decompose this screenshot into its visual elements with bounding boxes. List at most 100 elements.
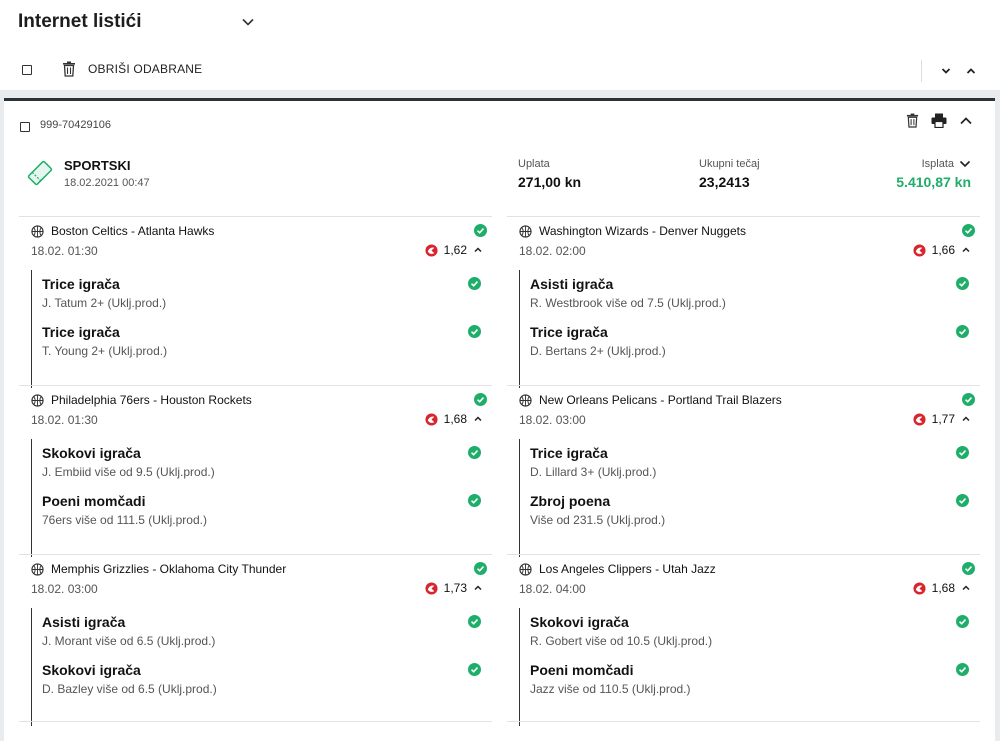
bet-item: Trice igrača D. Bertans 2+ (Uklj.prod.) <box>530 324 666 358</box>
win-check-icon <box>956 325 969 338</box>
win-check-icon <box>468 277 481 290</box>
win-check-icon <box>956 277 969 290</box>
win-check-icon <box>468 663 481 676</box>
collapse-slip-icon[interactable] <box>959 114 973 128</box>
slip-datetime: 18.02.2021 00:47 <box>64 177 150 189</box>
live-sport-icon <box>425 243 438 257</box>
bet-pick: R. Westbrook više od 7.5 (Uklj.prod.) <box>530 296 726 310</box>
match-header: Memphis Grizzlies - Oklahoma City Thunde… <box>31 562 286 576</box>
stake-value: 271,00 kn <box>518 174 582 190</box>
bet-list: Asisti igrača R. Westbrook više od 7.5 (… <box>519 270 975 388</box>
select-all-checkbox[interactable] <box>22 65 32 75</box>
bet-list: Asisti igrača J. Morant više od 6.5 (Ukl… <box>31 608 487 726</box>
win-check-icon <box>962 562 975 575</box>
slip-checkbox[interactable] <box>20 122 30 132</box>
chevron-down-icon <box>959 160 971 168</box>
match-time: 18.02. 01:30 <box>31 413 98 427</box>
win-check-icon <box>468 446 481 459</box>
bet-pick: Jazz više od 110.5 (Uklj.prod.) <box>530 682 691 696</box>
payout-value: 5.410,87 kn <box>896 174 971 190</box>
collapse-all-icon[interactable] <box>940 65 952 77</box>
odds[interactable]: 1,77 <box>913 412 971 426</box>
odds[interactable]: 1,68 <box>425 412 483 426</box>
match-header: New Orleans Pelicans - Portland Trail Bl… <box>519 393 782 407</box>
stake-label: Uplata <box>518 158 550 170</box>
collapse-event-icon[interactable] <box>961 583 971 593</box>
match-header: Boston Celtics - Atlanta Hawks <box>31 224 214 238</box>
odds[interactable]: 1,66 <box>913 243 971 257</box>
match-name: Boston Celtics - Atlanta Hawks <box>51 224 215 238</box>
odds[interactable]: 1,68 <box>913 581 971 595</box>
expand-all-icon[interactable] <box>965 65 977 77</box>
top-bar: Internet listići OBRIŠI ODABRANE <box>0 0 1000 92</box>
divider <box>19 721 492 722</box>
bet-list: Skokovi igrača R. Gobert više od 10.5 (U… <box>519 608 975 726</box>
live-sport-icon <box>913 412 926 426</box>
delete-slip-icon[interactable] <box>906 113 919 128</box>
collapse-event-icon[interactable] <box>473 583 483 593</box>
match-time: 18.02. 01:30 <box>31 244 98 258</box>
bet-item: Zbroj poena Više od 231.5 (Uklj.prod.) <box>530 493 665 527</box>
win-check-icon <box>956 446 969 459</box>
bet-item: Asisti igrača R. Westbrook više od 7.5 (… <box>530 276 726 310</box>
slip-actions <box>906 113 973 128</box>
print-icon[interactable] <box>931 113 947 128</box>
basketball-icon <box>519 224 532 238</box>
page-title: Internet listići <box>18 11 142 32</box>
match-time: 18.02. 03:00 <box>519 413 586 427</box>
bet-pick: J. Embiid više od 9.5 (Uklj.prod.) <box>42 465 215 479</box>
match-time: 18.02. 04:00 <box>519 582 586 596</box>
bet-market: Skokovi igrača <box>530 614 629 630</box>
bet-pick: R. Gobert više od 10.5 (Uklj.prod.) <box>530 634 713 648</box>
chevron-down-icon[interactable] <box>240 14 256 30</box>
payout-toggle[interactable]: Isplata <box>896 158 971 170</box>
bet-market: Trice igrača <box>530 445 608 461</box>
win-check-icon <box>474 393 487 406</box>
win-check-icon <box>468 615 481 628</box>
bet-item: Skokovi igrača D. Bazley više od 6.5 (Uk… <box>42 662 217 696</box>
payout-label: Isplata <box>921 158 954 170</box>
bet-pick: D. Lillard 3+ (Uklj.prod.) <box>530 465 657 479</box>
delete-selected-button[interactable]: OBRIŠI ODABRANE <box>62 61 202 77</box>
total-odds-label: Ukupni tečaj <box>699 158 760 170</box>
bet-pick: J. Morant više od 6.5 (Uklj.prod.) <box>42 634 216 648</box>
collapse-event-icon[interactable] <box>473 245 483 255</box>
odds[interactable]: 1,62 <box>425 243 483 257</box>
bet-pick: D. Bertans 2+ (Uklj.prod.) <box>530 344 666 358</box>
odds[interactable]: 1,73 <box>425 581 483 595</box>
bet-market: Asisti igrača <box>42 614 126 630</box>
win-check-icon <box>956 494 969 507</box>
bet-market: Poeni momčadi <box>42 493 146 509</box>
collapse-event-icon[interactable] <box>961 245 971 255</box>
ticket-icon <box>27 160 53 186</box>
odds-value: 1,66 <box>931 243 955 257</box>
basketball-icon <box>31 562 44 576</box>
bet-market: Trice igrača <box>530 324 608 340</box>
bet-market: Poeni momčadi <box>530 662 634 678</box>
live-sport-icon <box>425 581 438 595</box>
win-check-icon <box>468 494 481 507</box>
live-sport-icon <box>913 243 926 257</box>
win-check-icon <box>474 224 487 237</box>
divider <box>507 721 980 722</box>
total-odds-value: 23,2413 <box>699 174 750 190</box>
stake-summary: Uplata 271,00 kn <box>518 158 581 190</box>
bet-market: Asisti igrača <box>530 276 614 292</box>
bet-item: Asisti igrača J. Morant više od 6.5 (Ukl… <box>42 614 215 648</box>
bet-slip: 999-70429106 SPORTSKI 18.02.2021 00:47 U… <box>4 98 995 741</box>
bet-item: Skokovi igrača J. Embiid više od 9.5 (Uk… <box>42 445 215 479</box>
basketball-icon <box>31 393 44 407</box>
match-name: Philadelphia 76ers - Houston Rockets <box>51 393 252 407</box>
separator-band <box>0 90 1000 98</box>
match-header: Washington Wizards - Denver Nuggets <box>519 224 746 238</box>
odds-value: 1,62 <box>443 243 467 257</box>
match-name: New Orleans Pelicans - Portland Trail Bl… <box>539 393 782 407</box>
bet-market: Trice igrača <box>42 324 120 340</box>
win-check-icon <box>956 615 969 628</box>
collapse-event-icon[interactable] <box>473 414 483 424</box>
actions-bar: OBRIŠI ODABRANE <box>20 60 980 82</box>
collapse-event-icon[interactable] <box>961 414 971 424</box>
bet-pick: 76ers više od 111.5 (Uklj.prod.) <box>42 513 207 527</box>
bet-market: Trice igrača <box>42 276 120 292</box>
event-card: Los Angeles Clippers - Utah Jazz 18.02. … <box>507 554 980 726</box>
